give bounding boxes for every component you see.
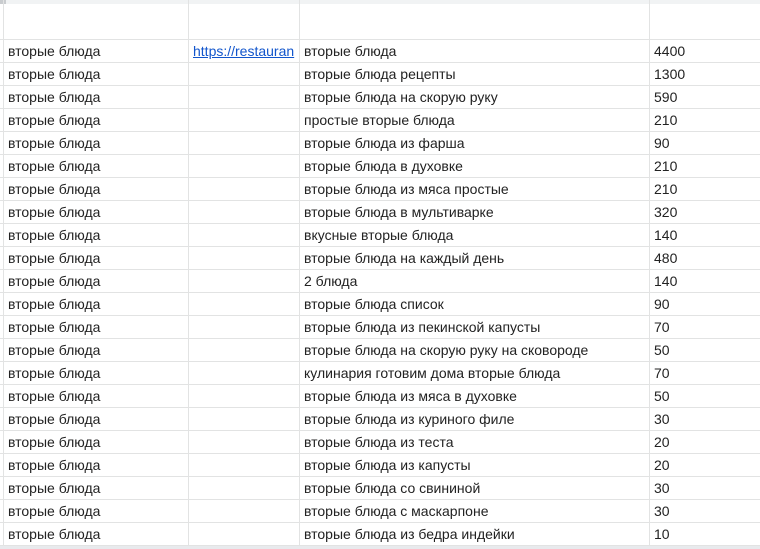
column-divider: [3, 0, 4, 546]
cell-volume[interactable]: 210: [654, 178, 759, 200]
cell-category[interactable]: вторые блюда: [8, 178, 187, 200]
cell-category[interactable]: вторые блюда: [8, 523, 187, 545]
cell-volume[interactable]: 90: [654, 293, 759, 315]
cell-keyword[interactable]: вторые блюда в мультиварке: [304, 201, 648, 223]
row-divider: [0, 545, 760, 546]
cell-category[interactable]: вторые блюда: [8, 477, 187, 499]
cell-category[interactable]: вторые блюда: [8, 224, 187, 246]
cell-keyword[interactable]: вторые блюда из капусты: [304, 454, 648, 476]
cell-keyword[interactable]: вторые блюда из бедра индейки: [304, 523, 648, 545]
cell-volume[interactable]: 210: [654, 109, 759, 131]
cell-keyword[interactable]: вторые блюда из мяса простые: [304, 178, 648, 200]
cell-keyword[interactable]: вторые блюда из куриного филе: [304, 408, 648, 430]
cell-category[interactable]: вторые блюда: [8, 385, 187, 407]
cell-category[interactable]: вторые блюда: [8, 132, 187, 154]
cell-category[interactable]: вторые блюда: [8, 408, 187, 430]
cell-volume[interactable]: 30: [654, 477, 759, 499]
cell-keyword[interactable]: простые вторые блюда: [304, 109, 648, 131]
cell-volume[interactable]: 140: [654, 270, 759, 292]
cell-volume[interactable]: 20: [654, 431, 759, 453]
cell-category[interactable]: вторые блюда: [8, 109, 187, 131]
cell-volume[interactable]: 210: [654, 155, 759, 177]
spreadsheet-grid[interactable]: вторые блюда https://restauran вторые блюд…: [0, 0, 760, 549]
cell-keyword[interactable]: вторые блюда на каждый день: [304, 247, 648, 269]
cell-category[interactable]: вторые блюда: [8, 86, 187, 108]
cell-category[interactable]: вторые блюда: [8, 270, 187, 292]
cell-keyword[interactable]: вкусные вторые блюда: [304, 224, 648, 246]
cell-keyword[interactable]: вторые блюда с маскарпоне: [304, 500, 648, 522]
cell-category[interactable]: вторые блюда: [8, 63, 187, 85]
cell-volume[interactable]: 30: [654, 500, 759, 522]
cell-category[interactable]: вторые блюда: [8, 247, 187, 269]
cell-volume[interactable]: 70: [654, 316, 759, 338]
cell-keyword[interactable]: вторые блюда из фарша: [304, 132, 648, 154]
cell-volume[interactable]: 20: [654, 454, 759, 476]
cell-keyword[interactable]: вторые блюда из пекинской капусты: [304, 316, 648, 338]
cell-keyword[interactable]: вторые блюда со свининой: [304, 477, 648, 499]
cell-keyword[interactable]: вторые блюда из мяса в духовке: [304, 385, 648, 407]
cell-category[interactable]: вторые блюда: [8, 431, 187, 453]
cell-keyword[interactable]: вторые блюда рецепты: [304, 63, 648, 85]
cell-keyword[interactable]: кулинария готовим дома вторые блюда: [304, 362, 648, 384]
cell-volume[interactable]: 1300: [654, 63, 759, 85]
cell-volume[interactable]: 50: [654, 385, 759, 407]
top-scroll-edge: [0, 0, 760, 4]
cell-keyword[interactable]: вторые блюда список: [304, 293, 648, 315]
cell-volume[interactable]: 480: [654, 247, 759, 269]
column-divider: [188, 0, 189, 546]
cell-category[interactable]: вторые блюда: [8, 316, 187, 338]
cell-volume[interactable]: 4400: [654, 40, 759, 62]
cell-category[interactable]: вторые блюда: [8, 40, 187, 62]
cell-category[interactable]: вторые блюда: [8, 454, 187, 476]
cell-keyword[interactable]: вторые блюда на скорую руку: [304, 86, 648, 108]
cell-keyword[interactable]: вторые блюда на скорую руку на сковороде: [304, 339, 648, 361]
column-divider: [299, 0, 300, 546]
cell-category[interactable]: вторые блюда: [8, 500, 187, 522]
cell-volume[interactable]: 90: [654, 132, 759, 154]
cell-volume[interactable]: 590: [654, 86, 759, 108]
cell-volume[interactable]: 30: [654, 408, 759, 430]
cell-keyword[interactable]: 2 блюда: [304, 270, 648, 292]
cell-category[interactable]: вторые блюда: [8, 339, 187, 361]
cell-volume[interactable]: 140: [654, 224, 759, 246]
cell-category[interactable]: вторые блюда: [8, 201, 187, 223]
cell-keyword[interactable]: вторые блюда: [304, 40, 648, 62]
cell-volume[interactable]: 320: [654, 201, 759, 223]
cell-category[interactable]: вторые блюда: [8, 293, 187, 315]
cell-category[interactable]: вторые блюда: [8, 362, 187, 384]
cell-volume[interactable]: 10: [654, 523, 759, 545]
cell-volume[interactable]: 70: [654, 362, 759, 384]
cell-keyword[interactable]: вторые блюда из теста: [304, 431, 648, 453]
cell-link[interactable]: https://restauran: [193, 40, 298, 62]
cell-keyword[interactable]: вторые блюда в духовке: [304, 155, 648, 177]
column-divider: [649, 0, 650, 546]
cell-volume[interactable]: 50: [654, 339, 759, 361]
cell-category[interactable]: вторые блюда: [8, 155, 187, 177]
